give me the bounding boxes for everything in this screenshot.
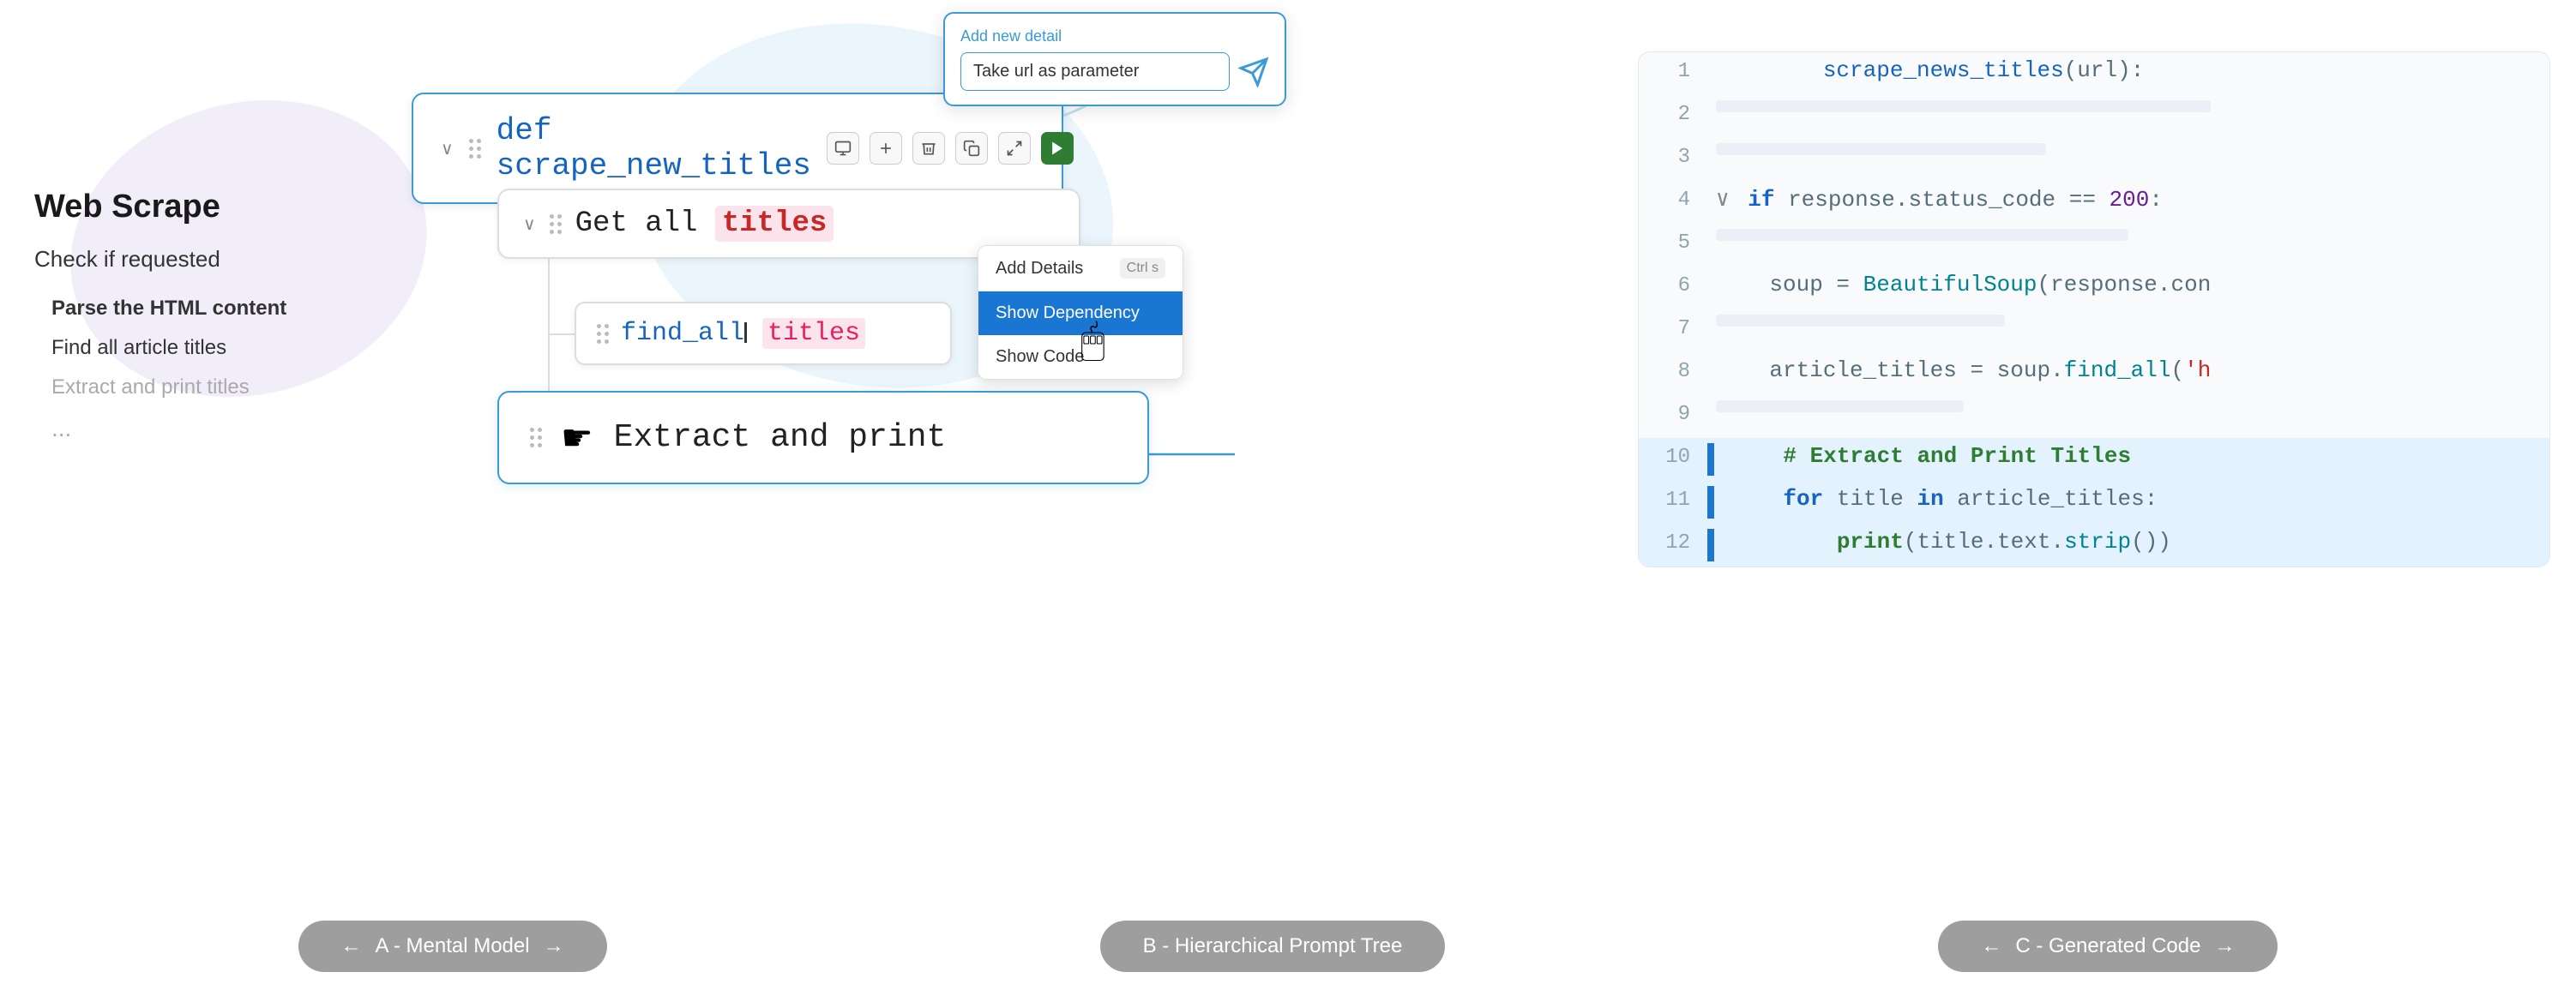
code-content-10: # Extract and Print Titles <box>1721 443 2549 469</box>
drag-handle[interactable] <box>469 139 481 159</box>
code-line-5: 5 <box>1639 224 2549 267</box>
extract-print-block[interactable]: ☛ Extract and print <box>497 391 1149 484</box>
delete-btn[interactable] <box>912 132 945 165</box>
extract-cursor-hand: ☛ <box>561 417 593 459</box>
line-num-5: 5 <box>1639 229 1707 255</box>
section-generated-code: 1 scrape_news_titles(url): 2 3 4 ∨ <box>1612 0 2576 943</box>
line-num-3: 3 <box>1639 143 1707 169</box>
code-line-4: 4 ∨ if response.status_code == 200: <box>1639 181 2549 224</box>
block-actions <box>827 132 1074 165</box>
context-menu-add-details[interactable]: Add Details <box>996 259 1083 279</box>
label-b-text: B - Hierarchical Prompt Tree <box>1143 934 1403 958</box>
cursor-hand-icon: 🖱 <box>1080 317 1105 365</box>
mental-model-dots: ... <box>34 415 326 442</box>
section-prompt-tree: Add new detail ∨ def scrape_new_tit <box>360 0 1612 943</box>
send-icon[interactable] <box>1238 57 1269 87</box>
code-content-9 <box>1707 400 2549 412</box>
code-content-8: article_titles = soup.find_all('h <box>1707 357 2549 383</box>
code-line-3: 3 <box>1639 138 2549 181</box>
code-line-10: 10 # Extract and Print Titles <box>1639 438 2549 481</box>
extract-block-drag[interactable] <box>530 428 542 447</box>
line-num-9: 9 <box>1639 400 1707 426</box>
section-mental-model: Web Scrape Check if requested Parse the … <box>0 0 360 943</box>
add-detail-input[interactable] <box>960 52 1230 91</box>
code-content-3 <box>1707 143 2549 155</box>
code-content-6: soup = BeautifulSoup(response.con <box>1707 272 2549 297</box>
code-line-7: 7 <box>1639 309 2549 352</box>
function-name: def scrape_new_titles <box>497 113 811 183</box>
find-block-drag[interactable] <box>597 324 609 344</box>
context-menu-header: Add Details Ctrl s <box>978 246 1183 291</box>
bottom-labels: ← A - Mental Model → B - Hierarchical Pr… <box>0 921 2576 972</box>
keyword-def: def <box>497 113 552 148</box>
code-line-12: 12 print(title.text.strip()) <box>1639 524 2549 567</box>
line-num-6: 6 <box>1639 272 1707 297</box>
line-num-7: 7 <box>1639 315 1707 340</box>
find-all-text: find_all <box>621 319 744 348</box>
code-content-4: ∨ if response.status_code == 200: <box>1707 186 2549 213</box>
monitor-btn[interactable] <box>827 132 859 165</box>
function-identifier: scrape_new_titles <box>497 148 811 183</box>
mental-model-item-2: Find all article titles <box>34 336 326 360</box>
function-block[interactable]: ∨ def scrape_new_titles <box>412 93 1063 204</box>
line-num-12: 12 <box>1639 529 1707 555</box>
code-line-2: 2 <box>1639 95 2549 138</box>
line-num-1: 1 <box>1639 57 1707 83</box>
sub-block-name: Get all titles <box>575 207 1055 240</box>
arrow-right-c: → <box>2214 934 2235 958</box>
arrow-left-a: ← <box>341 934 362 958</box>
mental-model-item-1: Parse the HTML content <box>34 297 326 321</box>
collapse-chevron[interactable]: ∨ <box>441 138 454 159</box>
code-content-5 <box>1707 229 2549 241</box>
code-line-8: 8 article_titles = soup.find_all('h <box>1639 352 2549 395</box>
code-content-1: scrape_news_titles(url): <box>1707 57 2549 83</box>
find-all-block[interactable]: find_all titles <box>575 302 952 365</box>
line-num-10: 10 <box>1639 443 1707 469</box>
add-detail-input-row <box>960 52 1269 91</box>
line-indicator-10 <box>1707 443 1714 476</box>
mental-model-subtitle: Check if requested <box>34 246 326 273</box>
add-detail-label: Add new detail <box>960 27 1269 45</box>
code-content-7 <box>1707 315 2549 327</box>
expand-btn[interactable] <box>998 132 1031 165</box>
label-a-text: A - Mental Model <box>376 934 530 958</box>
code-line-11: 11 for title in article_titles: <box>1639 481 2549 524</box>
code-line-6: 6 soup = BeautifulSoup(response.con <box>1639 267 2549 309</box>
run-btn[interactable] <box>1041 132 1074 165</box>
line-indicator-11 <box>1707 486 1714 519</box>
line-num-11: 11 <box>1639 486 1707 512</box>
titles-highlight: titles <box>715 206 834 242</box>
cursor-bar <box>744 322 747 343</box>
extract-block-name: Extract and print <box>614 419 1116 456</box>
copy-btn[interactable] <box>955 132 988 165</box>
sub-block-drag[interactable] <box>550 214 562 234</box>
find-block-name: find_all titles <box>621 319 865 348</box>
add-detail-popup: Add new detail <box>943 12 1286 106</box>
label-c-text: C - Generated Code <box>2015 934 2200 958</box>
label-generated-code: ← C - Generated Code → <box>1938 921 2278 972</box>
context-menu-shortcut: Ctrl s <box>1120 258 1165 279</box>
line-num-2: 2 <box>1639 100 1707 126</box>
arrow-right-a: → <box>544 934 564 958</box>
mental-model-item-3: Extract and print titles <box>34 375 326 399</box>
line-indicator-12 <box>1707 529 1714 561</box>
find-all-arg: titles <box>762 318 865 349</box>
code-content-12: print(title.text.strip()) <box>1721 529 2549 555</box>
arrow-left-c: ← <box>1981 934 2001 958</box>
line-num-4: 4 <box>1639 186 1707 212</box>
line-num-8: 8 <box>1639 357 1707 383</box>
add-btn[interactable] <box>870 132 902 165</box>
code-panel: 1 scrape_news_titles(url): 2 3 4 ∨ <box>1638 51 2550 567</box>
code-content-2 <box>1707 100 2549 112</box>
code-line-1: 1 scrape_news_titles(url): <box>1639 52 2549 95</box>
label-prompt-tree: B - Hierarchical Prompt Tree <box>1100 921 1446 972</box>
code-content-11: for title in article_titles: <box>1721 486 2549 512</box>
mental-model-title: Web Scrape <box>34 189 326 225</box>
sub-block-chevron[interactable]: ∨ <box>523 213 536 235</box>
code-line-9: 9 <box>1639 395 2549 438</box>
label-mental-model: ← A - Mental Model → <box>298 921 607 972</box>
